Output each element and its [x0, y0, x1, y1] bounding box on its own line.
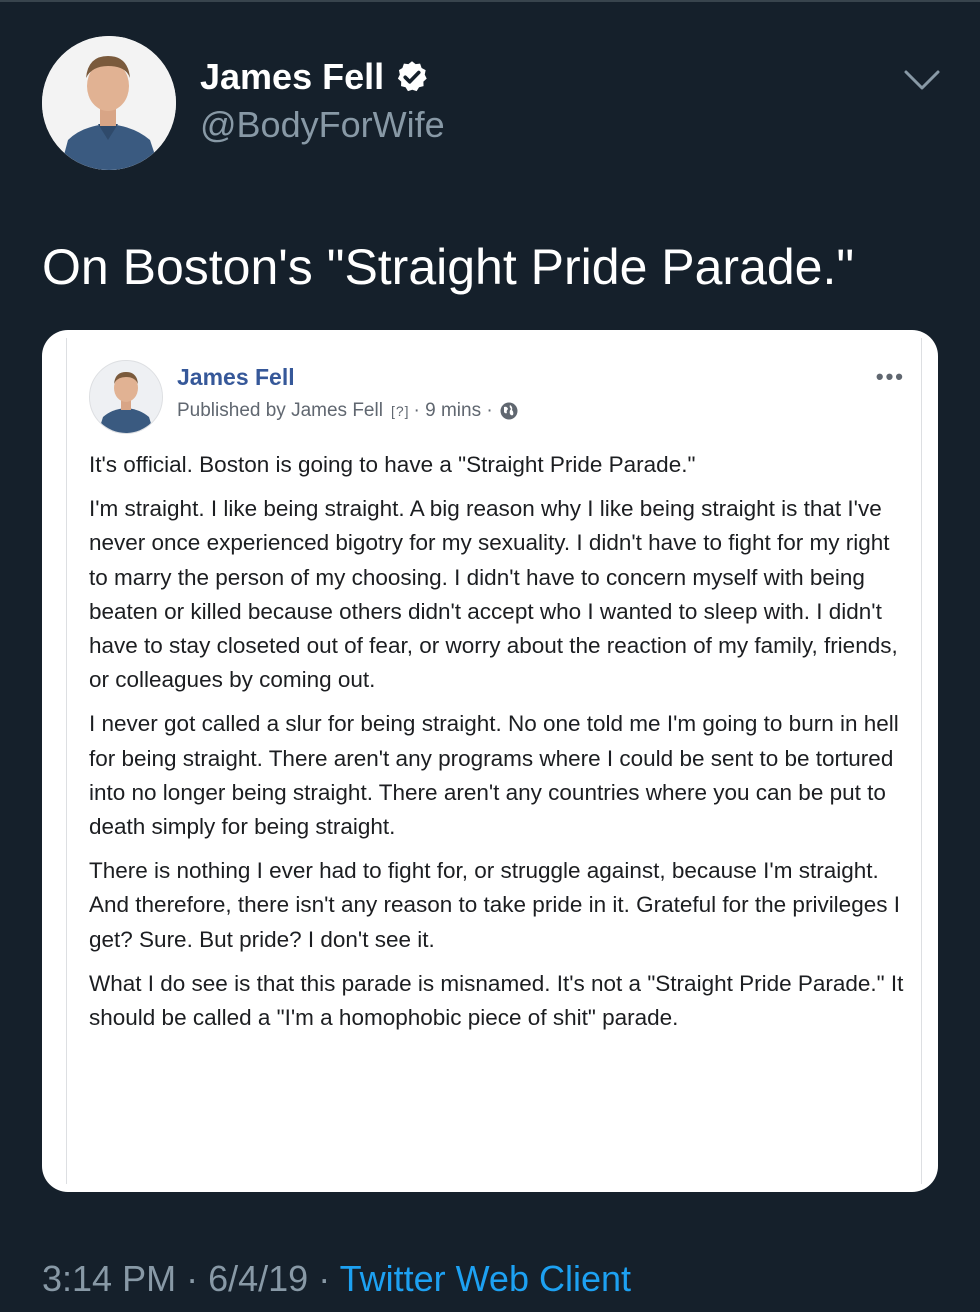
post-paragraph: I never got called a slur for being stra…	[89, 711, 899, 840]
post-paragraph: It's official. Boston is going to have a…	[89, 452, 696, 477]
post-author-avatar	[89, 360, 163, 434]
question-mark: [?]	[390, 403, 410, 419]
separator: ·	[318, 1258, 331, 1299]
chevron-down-icon[interactable]	[902, 66, 942, 94]
tweet-time[interactable]: 3:14 PM	[42, 1258, 176, 1299]
author-name-row: James Fell	[200, 56, 430, 98]
post-body: It's official. Boston is going to have a…	[89, 448, 909, 1045]
tweet-text: On Boston's "Straight Pride Parade."	[42, 239, 855, 295]
published-by: Published by James Fell	[177, 400, 383, 421]
author-photo	[42, 36, 176, 170]
post-meta: Published by James Fell [?] · 9 mins ·	[177, 400, 519, 422]
post-paragraph: What I do see is that this parade is mis…	[89, 970, 904, 1031]
attached-image[interactable]: James Fell Published by James Fell [?] ·…	[42, 330, 938, 1192]
author-avatar[interactable]	[42, 36, 176, 170]
tweet-client-link[interactable]: Twitter Web Client	[340, 1258, 631, 1299]
author-handle[interactable]: @BodyForWife	[200, 104, 445, 146]
separator: ·	[186, 1258, 199, 1299]
post-author-name: James Fell	[177, 364, 295, 390]
facebook-post-screenshot: James Fell Published by James Fell [?] ·…	[66, 338, 922, 1184]
tweet-footer: 3:14 PM · 6/4/19 · Twitter Web Client	[42, 1258, 631, 1300]
post-time: · 9 mins ·	[413, 400, 493, 421]
verified-badge-icon	[398, 61, 427, 92]
tweet-date[interactable]: 6/4/19	[208, 1258, 308, 1299]
more-options-icon: •••	[875, 364, 905, 389]
post-author-photo	[90, 361, 162, 433]
post-paragraph: There is nothing I ever had to fight for…	[89, 858, 900, 952]
author-name[interactable]: James Fell	[200, 56, 384, 98]
top-divider	[0, 0, 980, 2]
post-paragraph: I'm straight. I like being straight. A b…	[89, 496, 898, 693]
globe-icon	[500, 402, 518, 420]
tweet-header: James Fell @BodyForWife	[42, 36, 942, 170]
